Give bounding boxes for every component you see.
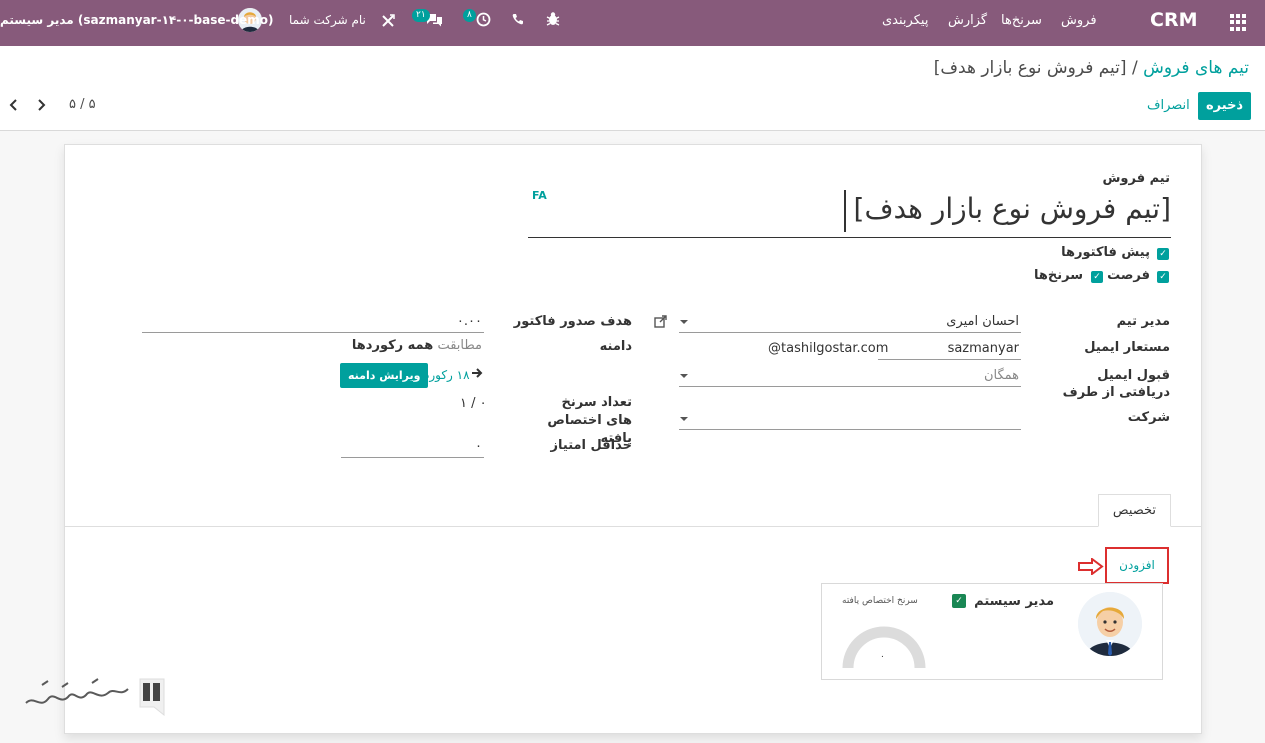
invoice-target-input[interactable]: ۰.۰۰ — [142, 311, 484, 333]
app-menu-icon[interactable] — [1230, 14, 1247, 31]
team-leader-label: مدیر تیم — [1116, 314, 1170, 329]
assigned-leads-value: ۰ / ۱ — [460, 396, 487, 411]
activity-count-badge: ۸ — [463, 9, 476, 22]
domain-match: مطابقت همه رکوردها — [352, 338, 482, 353]
leads-checkbox[interactable]: ✓ — [1091, 271, 1103, 283]
debug-icon[interactable] — [546, 11, 560, 31]
quotations-checkbox[interactable]: ✓ — [1157, 248, 1169, 260]
language-tag[interactable]: FA — [532, 189, 547, 202]
company-switch-icon[interactable] — [381, 14, 395, 32]
red-arrow-icon — [1078, 557, 1104, 579]
opportunities-checkbox[interactable]: ✓ — [1157, 271, 1169, 283]
team-leader-value: احسان امیری — [946, 314, 1019, 329]
min-score-label: حداقل امتیاز — [550, 438, 632, 453]
menu-leads[interactable]: سرنخ‌ها — [1001, 13, 1042, 28]
pager-next-icon[interactable] — [36, 99, 46, 115]
add-member-button[interactable]: افزودن — [1107, 558, 1167, 572]
menu-sales[interactable]: فروش — [1061, 13, 1097, 28]
activity-clock-icon[interactable] — [476, 12, 491, 31]
quotations-label: پیش فاکتورها — [1061, 245, 1150, 260]
discard-button[interactable]: انصراف — [1147, 92, 1190, 120]
control-panel: تیم های فروش / [تیم فروش نوع بازار هدف] … — [0, 46, 1265, 131]
accept-emails-value: همگان — [983, 368, 1019, 383]
min-score-input[interactable]: ۰ — [341, 436, 484, 458]
domain-match-value: همه رکوردها — [351, 338, 434, 353]
menu-reporting[interactable]: گزارش — [948, 13, 987, 28]
assigned-leads-caption: سرنخ اختصاص یافته — [842, 596, 918, 606]
member-card[interactable]: مدیر سیستم ✓ سرنخ اختصاص یافته ۰ — [821, 583, 1163, 680]
assigned-leads-gauge — [842, 626, 926, 674]
pager-previous-icon[interactable] — [9, 99, 19, 115]
records-count-link[interactable]: ۱۸ رکورد — [424, 368, 470, 382]
add-highlight: افزودن — [1105, 547, 1169, 584]
menu-configuration[interactable]: پیکربندی — [882, 13, 928, 28]
email-alias-label: مستعار ایمیل — [1084, 340, 1170, 355]
min-score-value: ۰ — [475, 439, 482, 454]
invoice-target-label: هدف صدور فاکتور — [513, 314, 632, 329]
watermark-signature — [22, 675, 132, 719]
opportunities-label: فرصت — [1107, 268, 1150, 283]
invoice-target-value: ۰.۰۰ — [456, 314, 482, 329]
chevron-down-icon — [680, 320, 688, 324]
external-link-icon[interactable] — [654, 315, 667, 332]
domain-match-prefix: مطابقت — [437, 338, 482, 353]
member-active-checkbox[interactable]: ✓ — [952, 594, 966, 608]
breadcrumb-separator: / — [1131, 58, 1138, 78]
save-button[interactable]: ذخیره — [1198, 92, 1252, 120]
top-navbar: CRM فروش سرنخ‌ها گزارش پیکربندی ۸ ۲۱ نام… — [0, 0, 1265, 46]
domain-label: دامنه — [599, 339, 632, 354]
company-name[interactable]: نام شرکت شما — [289, 13, 366, 27]
team-leader-select[interactable]: احسان امیری — [679, 311, 1021, 333]
team-name-label: تیم فروش — [1102, 171, 1170, 186]
accept-emails-label: قبول ایمیل دریافتی از طرف — [1062, 368, 1170, 400]
pager-value[interactable]: ۵ / ۵ — [69, 97, 96, 112]
breadcrumb-parent-link[interactable]: تیم های فروش — [1143, 58, 1249, 78]
tabs-divider — [65, 526, 1201, 527]
leads-label: سرنخ‌ها — [1033, 268, 1083, 283]
edit-domain-button[interactable]: ویرایش دامنه — [340, 363, 429, 388]
arrow-right-icon[interactable] — [471, 367, 483, 383]
team-name-input[interactable]: [تیم فروش نوع بازار هدف] — [528, 190, 1171, 238]
email-domain: @tashilgostar.com — [768, 341, 889, 356]
tab-assignment[interactable]: تخصیص — [1098, 494, 1171, 527]
member-avatar — [1078, 592, 1142, 656]
chevron-down-icon — [680, 417, 688, 421]
messages-count-badge: ۲۱ — [412, 9, 430, 22]
chevron-down-icon — [680, 374, 688, 378]
app-brand[interactable]: CRM — [1150, 9, 1197, 31]
team-name-value: [تیم فروش نوع بازار هدف] — [853, 192, 1171, 225]
watermark-logo-icon — [138, 675, 168, 723]
gauge-value: ۰ — [880, 652, 885, 662]
email-alias-value: sazmanyar — [947, 341, 1019, 356]
phone-icon[interactable] — [512, 13, 524, 29]
member-name: مدیر سیستم — [974, 594, 1054, 609]
text-cursor — [844, 190, 846, 232]
form-sheet: تیم فروش [تیم فروش نوع بازار هدف] FA ✓ پ… — [64, 144, 1202, 734]
email-alias-input[interactable]: sazmanyar — [878, 338, 1021, 360]
accept-emails-select[interactable]: همگان — [679, 365, 1021, 387]
company-select[interactable] — [679, 408, 1021, 430]
company-label: شرکت — [1127, 410, 1170, 425]
user-menu[interactable]: مدیر سیستم (sazmanyar-۱۴-۰-base-demo) — [0, 13, 273, 27]
breadcrumb: تیم های فروش / [تیم فروش نوع بازار هدف] — [934, 58, 1249, 78]
breadcrumb-current: [تیم فروش نوع بازار هدف] — [933, 58, 1127, 78]
